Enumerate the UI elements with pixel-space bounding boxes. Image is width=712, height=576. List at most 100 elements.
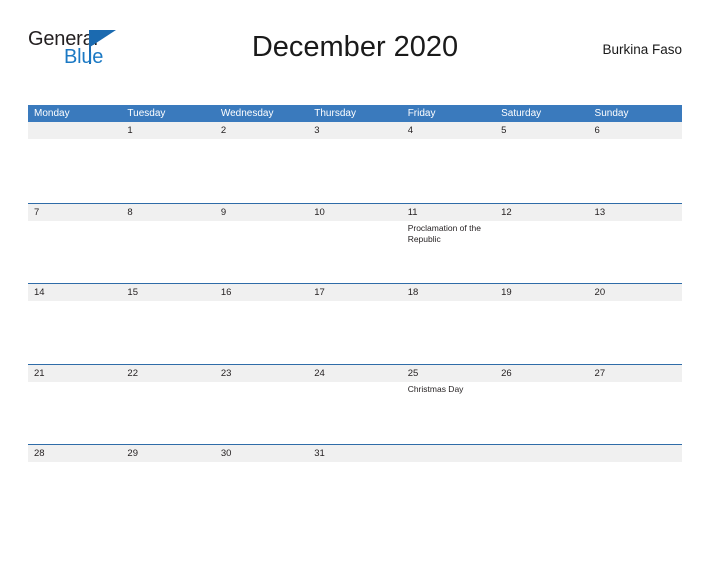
day-number: 9: [220, 206, 227, 218]
day-cell[interactable]: 3: [308, 122, 401, 139]
day-cell[interactable]: 16: [215, 284, 308, 301]
day-cell[interactable]: 19: [495, 284, 588, 301]
event-cell[interactable]: [28, 301, 121, 363]
day-cell[interactable]: 17: [308, 284, 401, 301]
event-cell[interactable]: [215, 382, 308, 444]
day-number: 13: [594, 206, 606, 218]
day-number: 4: [407, 125, 413, 136]
day-number-strip: 28 29 30 31: [28, 445, 682, 462]
week-row: 21 22 23 24 25 26 27 Christmas Day: [28, 363, 682, 445]
event-cell-holiday[interactable]: Christmas Day: [402, 382, 495, 444]
event-cell[interactable]: [589, 221, 682, 283]
day-cell[interactable]: 10: [308, 204, 401, 221]
weekday-sunday: Sunday: [594, 108, 629, 119]
day-cell[interactable]: 6: [589, 122, 682, 139]
event-cell[interactable]: [28, 221, 121, 283]
day-cell[interactable]: 31: [308, 445, 401, 462]
weekday-friday: Friday: [407, 108, 436, 119]
day-cell[interactable]: 13: [589, 204, 682, 221]
event-cell[interactable]: [402, 139, 495, 201]
day-number: 8: [127, 206, 133, 218]
event-cell[interactable]: [589, 301, 682, 363]
day-cell[interactable]: [495, 445, 588, 462]
day-cell[interactable]: 15: [121, 284, 214, 301]
day-cell[interactable]: [589, 445, 682, 462]
day-cell[interactable]: 18: [402, 284, 495, 301]
event-cell[interactable]: [121, 382, 214, 444]
event-cell[interactable]: [308, 221, 401, 283]
event-cell[interactable]: [121, 221, 214, 283]
day-cell[interactable]: 27: [589, 365, 682, 382]
day-number: 20: [594, 287, 606, 298]
day-number: 28: [34, 448, 45, 459]
event-cell[interactable]: [495, 382, 588, 444]
weekday-saturday: Saturday: [501, 108, 542, 119]
day-number: 5: [501, 125, 507, 136]
day-cell[interactable]: 23: [215, 365, 308, 382]
event-cell[interactable]: [215, 221, 308, 283]
event-cell[interactable]: [495, 221, 588, 283]
event-cell-holiday[interactable]: Proclamation of the Republic: [402, 221, 495, 283]
day-number: 1: [127, 125, 133, 136]
day-cell[interactable]: 29: [121, 445, 214, 462]
event-cell[interactable]: [589, 382, 682, 444]
event-strip: [28, 301, 682, 363]
region-label: Burkina Faso: [602, 42, 682, 57]
weekday-tuesday: Tuesday: [127, 108, 166, 119]
day-number: 3: [314, 125, 320, 136]
day-cell[interactable]: 26: [495, 365, 588, 382]
day-cell[interactable]: 1: [121, 122, 214, 139]
day-number-strip: 21 22 23 24 25 26 27: [28, 364, 682, 382]
event-strip: Proclamation of the Republic: [28, 221, 682, 283]
day-number-strip: 7 8 9 10 11 12 13: [28, 203, 682, 221]
day-number: 27: [594, 367, 606, 379]
day-cell[interactable]: 24: [308, 365, 401, 382]
day-cell[interactable]: 7: [28, 204, 121, 221]
event-cell[interactable]: [308, 301, 401, 363]
event-cell[interactable]: [28, 139, 121, 201]
day-number: 21: [34, 367, 45, 379]
day-cell[interactable]: 2: [215, 122, 308, 139]
day-cell[interactable]: 11: [402, 204, 495, 221]
day-number: 6: [594, 125, 600, 136]
event-cell[interactable]: [308, 382, 401, 444]
day-cell[interactable]: 28: [28, 445, 121, 462]
day-number-strip: 14 15 16 17 18 19 20: [28, 284, 682, 301]
day-number: 23: [220, 367, 232, 379]
event-cell[interactable]: [215, 139, 308, 201]
event-text: Proclamation of the Republic: [407, 222, 481, 245]
event-cell[interactable]: [589, 139, 682, 201]
event-cell[interactable]: [121, 301, 214, 363]
day-cell[interactable]: 30: [215, 445, 308, 462]
weekday-monday: Monday: [34, 108, 70, 119]
day-number: 30: [220, 448, 232, 459]
page-header: General Blue December 2020 Burkina Faso: [28, 26, 682, 80]
event-cell[interactable]: [28, 382, 121, 444]
day-number: 12: [501, 206, 512, 218]
event-cell[interactable]: [215, 301, 308, 363]
day-cell[interactable]: 12: [495, 204, 588, 221]
week-row: 28 29 30 31: [28, 444, 682, 466]
event-cell[interactable]: [495, 301, 588, 363]
event-cell[interactable]: [495, 139, 588, 201]
day-cell[interactable]: 14: [28, 284, 121, 301]
day-number: 31: [314, 448, 325, 459]
day-cell[interactable]: 20: [589, 284, 682, 301]
day-number-strip: 1 2 3 4 5 6: [28, 122, 682, 139]
event-cell[interactable]: [121, 139, 214, 201]
day-cell[interactable]: 4: [402, 122, 495, 139]
day-cell[interactable]: 8: [121, 204, 214, 221]
day-cell[interactable]: 5: [495, 122, 588, 139]
day-cell[interactable]: 21: [28, 365, 121, 382]
day-number: 29: [127, 448, 138, 459]
day-cell[interactable]: 9: [215, 204, 308, 221]
event-cell[interactable]: [308, 139, 401, 201]
day-cell[interactable]: [402, 445, 495, 462]
day-number: 7: [34, 206, 40, 218]
day-cell[interactable]: 22: [121, 365, 214, 382]
day-number: 26: [501, 367, 512, 379]
day-cell[interactable]: 25: [402, 365, 495, 382]
weekday-wednesday: Wednesday: [220, 108, 274, 119]
day-cell[interactable]: [28, 122, 121, 139]
event-cell[interactable]: [402, 301, 495, 363]
